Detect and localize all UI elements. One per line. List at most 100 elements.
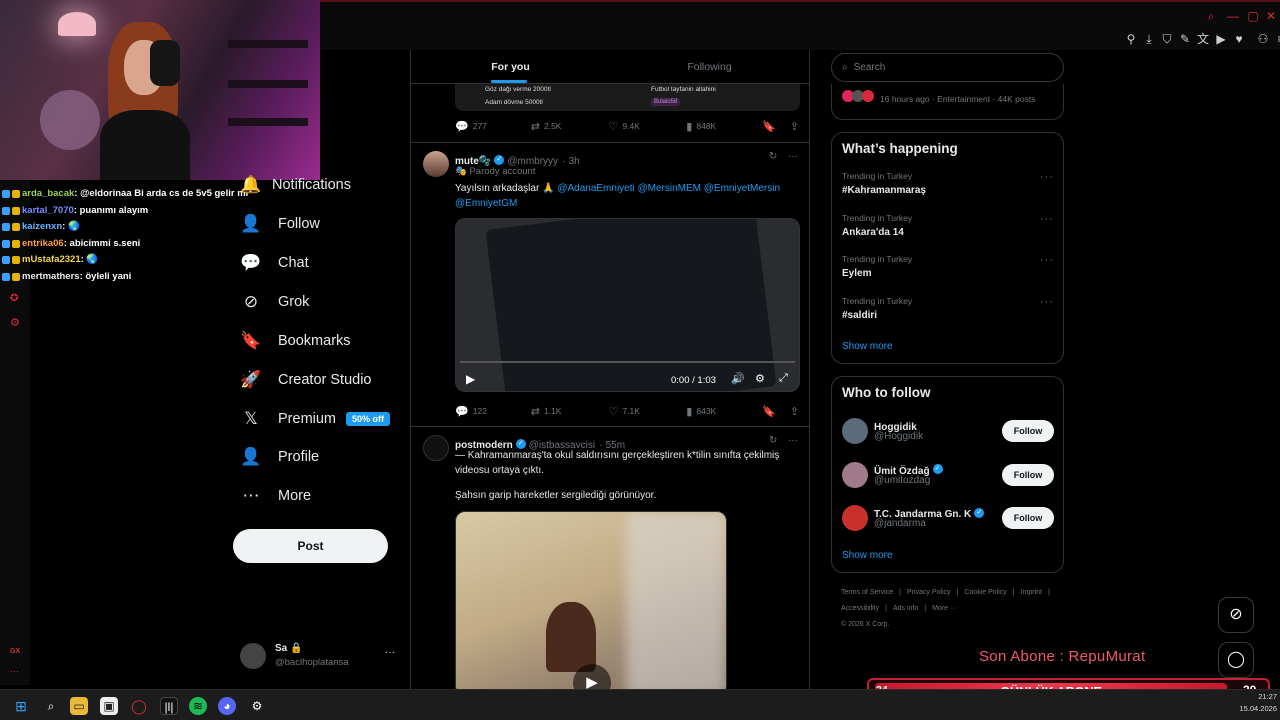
more-dots-icon[interactable]: ···: [788, 151, 798, 162]
file-explorer-icon[interactable]: ▭: [70, 697, 88, 715]
footer-link[interactable]: Terms of Service: [841, 585, 893, 601]
follow-button[interactable]: Follow: [1002, 507, 1054, 529]
nav-item-chat[interactable]: 💬 Chat: [240, 244, 308, 282]
shield-icon[interactable]: ⛉: [1160, 32, 1174, 46]
bookmark-button[interactable]: 🔖: [762, 120, 780, 133]
like-button[interactable]: ♡ 9.4K: [609, 120, 687, 133]
more-dots-icon[interactable]: ···: [1040, 296, 1054, 308]
search-icon[interactable]: ⌕: [42, 697, 60, 715]
download-icon[interactable]: ⤓: [1142, 32, 1156, 46]
share-button[interactable]: ⇪: [790, 405, 803, 418]
mention-link[interactable]: @EmniyetGM: [455, 198, 517, 209]
reply-button[interactable]: 💬 122: [455, 405, 531, 418]
footer-link[interactable]: Ads info: [893, 601, 918, 617]
nav-item-notifications[interactable]: 🔔 Notifications: [240, 166, 351, 204]
sparkle-icon[interactable]: ✪: [10, 293, 18, 304]
profile-icon[interactable]: ⚇: [1256, 32, 1270, 46]
follow-button[interactable]: Follow: [1002, 463, 1054, 486]
clock-date[interactable]: 15.04.2026: [1222, 704, 1277, 713]
avatar[interactable]: [842, 461, 868, 488]
menu-icon[interactable]: ≡: [1274, 32, 1280, 46]
fullscreen-icon[interactable]: ⤢: [779, 372, 788, 385]
more-dots-icon[interactable]: ···: [1040, 171, 1054, 183]
pin-icon[interactable]: ⚲: [1124, 32, 1138, 46]
gx-icon[interactable]: GX: [10, 648, 20, 655]
clock-time[interactable]: 21:27: [1227, 692, 1277, 701]
search-input[interactable]: ⌕ Search: [831, 53, 1064, 82]
tweet-video[interactable]: ▶: [455, 511, 727, 690]
avatar[interactable]: [423, 435, 449, 461]
play-icon[interactable]: ▶: [466, 372, 475, 386]
nav-item-follow[interactable]: 👤 Follow: [240, 205, 320, 243]
reply-button[interactable]: 💬 277: [455, 120, 531, 133]
search-icon[interactable]: ⌕: [1204, 9, 1218, 23]
trend-item[interactable]: Trending in Turkey #saldiri ···: [842, 296, 1054, 321]
more-dots-icon[interactable]: ···: [385, 647, 395, 658]
chat-floating-button[interactable]: ◯: [1218, 642, 1254, 678]
tweet-media[interactable]: Göz dağı verme 2000tl Adam dövme 5000tl …: [455, 82, 800, 111]
trend-item[interactable]: Trending in Turkey Ankara'da 14 ···: [842, 213, 1054, 238]
app-icon[interactable]: ▣: [100, 697, 118, 715]
repost-button[interactable]: ⇄ 1.1K: [531, 405, 609, 418]
more-dots-icon[interactable]: ···: [1040, 213, 1054, 225]
maximize-icon[interactable]: ▢: [1246, 9, 1260, 23]
volume-icon[interactable]: 🔊: [731, 372, 745, 385]
trend-item[interactable]: Trending in Turkey #Kahramanmaraş ···: [842, 171, 1054, 196]
settings-icon[interactable]: ⚙: [10, 316, 20, 329]
bookmark-button[interactable]: 🔖: [762, 405, 780, 418]
more-dots-icon[interactable]: ···: [1040, 254, 1054, 266]
account-switcher[interactable]: Sa 🔒 @baclhoplatansa ···: [240, 641, 400, 673]
footer-link[interactable]: Privacy Policy: [907, 585, 951, 601]
trend-card-partial[interactable]: 16 hours ago · Entertainment · 44K posts: [831, 84, 1064, 120]
show-more-link[interactable]: Show more: [842, 550, 893, 561]
like-button[interactable]: ♡ 7.1K: [609, 405, 687, 418]
post-button[interactable]: Post: [233, 529, 388, 563]
discord-icon[interactable]: ◕: [218, 697, 236, 715]
tab-following[interactable]: Following: [610, 50, 809, 83]
share-button[interactable]: ⇪: [790, 120, 803, 133]
follow-suggestion[interactable]: Hoggidik @Hoggidik Follow: [842, 417, 1054, 447]
nav-item-more[interactable]: ⋯ More: [240, 477, 312, 515]
more-icon[interactable]: ···: [10, 666, 19, 676]
tab-for-you[interactable]: For you: [411, 50, 610, 83]
footer-link[interactable]: Cookie Policy: [964, 585, 1006, 601]
avatar[interactable]: [842, 505, 868, 531]
nav-item-grok[interactable]: ⊘ Grok: [240, 283, 310, 321]
mention-link[interactable]: @AdanaEmniyeti @MersinMEM @EmniyetMersin: [557, 183, 780, 194]
windows-start-icon[interactable]: ⊞: [12, 697, 30, 715]
translate-icon[interactable]: 文: [1196, 32, 1210, 46]
extension-icon[interactable]: ✎: [1178, 32, 1192, 46]
settings-icon[interactable]: ⚙: [755, 372, 765, 385]
nav-item-premium[interactable]: 𝕏 Premium 50% off: [240, 400, 391, 438]
show-more-link[interactable]: Show more: [842, 341, 893, 352]
grok-floating-button[interactable]: ⊘: [1218, 597, 1254, 633]
minimize-icon[interactable]: —: [1226, 9, 1240, 23]
avatar[interactable]: [842, 418, 868, 444]
audio-app-icon[interactable]: |l|: [160, 697, 178, 715]
opera-gx-icon[interactable]: ◯: [130, 697, 148, 715]
nav-item-creator-studio[interactable]: 🚀 Creator Studio: [240, 361, 371, 399]
footer-link[interactable]: More ···: [932, 601, 957, 617]
views-button[interactable]: ▮ 843K: [686, 405, 762, 418]
repost-button[interactable]: ⇄ 2.5K: [531, 120, 609, 133]
more-dots-icon[interactable]: ···: [788, 435, 798, 446]
play-icon[interactable]: ▶: [573, 664, 611, 690]
grok-icon[interactable]: ↻: [769, 435, 777, 446]
tweet-video[interactable]: ▶ 0:00 / 1:03 🔊 ⚙ ⤢: [455, 218, 800, 392]
spotify-icon[interactable]: ≋: [189, 697, 207, 715]
video-progress[interactable]: [460, 361, 795, 363]
views-button[interactable]: ▮ 848K: [686, 120, 762, 133]
footer-link[interactable]: Imprint: [1021, 585, 1042, 601]
nav-item-bookmarks[interactable]: 🔖 Bookmarks: [240, 322, 350, 360]
grok-icon[interactable]: ↻: [769, 151, 777, 162]
heart-icon[interactable]: ♥: [1232, 32, 1246, 46]
play-icon[interactable]: ▶: [1214, 32, 1228, 46]
follow-button[interactable]: Follow: [1002, 420, 1054, 442]
avatar[interactable]: [423, 151, 449, 177]
follow-suggestion[interactable]: T.C. Jandarma Gn. K ✓ @jandarma Follow: [842, 504, 1054, 534]
nav-item-profile[interactable]: 👤 Profile: [240, 438, 319, 476]
close-icon[interactable]: ✕: [1264, 9, 1278, 23]
trend-item[interactable]: Trending in Turkey Eylem ···: [842, 254, 1054, 279]
follow-suggestion[interactable]: Ümit Özdağ ✓ @umitozdag Follow: [842, 461, 1054, 491]
steam-icon[interactable]: ⚙: [248, 697, 266, 715]
